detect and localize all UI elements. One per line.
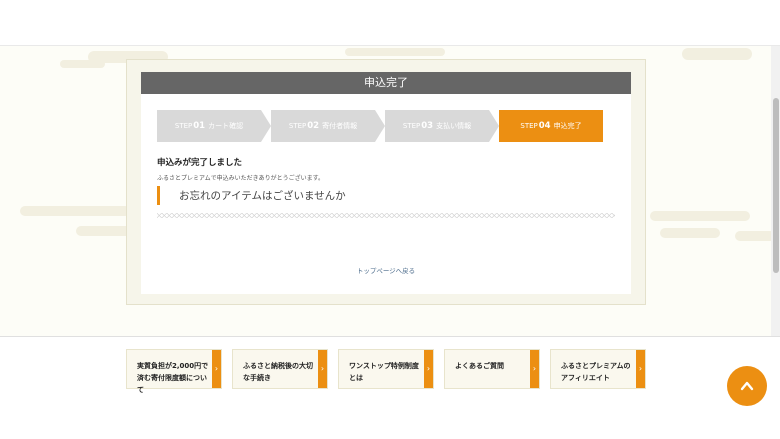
step-prefix: STEP (402, 122, 421, 130)
completion-heading: 申込みが完了しました (157, 158, 243, 168)
step-3: STEP03 支払い情報 (385, 110, 499, 142)
footer-link-procedures[interactable]: ふるさと納税後の大切な手続き › (232, 349, 328, 389)
cloud-decoration (660, 228, 720, 238)
step-4-current: STEP04 申込完了 (499, 110, 603, 142)
footer-link-faq[interactable]: よくあるご質問 › (444, 349, 540, 389)
back-to-top-page-link[interactable]: トップページへ戻る (141, 265, 631, 275)
cloud-decoration (60, 60, 105, 68)
footer-link-label: ふるさと納税後の大切な手続き (243, 362, 313, 382)
chevron-right-icon: › (212, 350, 221, 388)
chevron-up-icon (740, 381, 754, 391)
step-number: 01 (193, 121, 206, 131)
step-number: 02 (307, 121, 320, 131)
footer-link-donation-limit[interactable]: 実質負担が2,000円で済む寄付限度額について › (126, 349, 222, 394)
cloud-decoration (345, 48, 445, 56)
section-accent-bar (157, 186, 160, 205)
completion-message: ふるさとプレミアムで申込みいただきありがとうございます。 (157, 175, 324, 182)
step-label: 支払い情報 (436, 122, 472, 130)
top-area (0, 0, 780, 45)
step-prefix: STEP (174, 122, 193, 130)
scrollbar-thumb[interactable] (773, 98, 779, 273)
footer-link-label: ふるさとプレミアムのアフィリエイト (561, 362, 631, 382)
cloud-decoration (650, 211, 750, 221)
step-label: 寄付者情報 (322, 122, 358, 130)
cloud-decoration (682, 48, 752, 60)
progress-steps: STEP01 カート確認 STEP02 寄付者情報 STEP03 支払い情報 STEP… (157, 110, 607, 142)
step-number: 04 (538, 121, 551, 131)
step-2: STEP02 寄付者情報 (271, 110, 385, 142)
chevron-right-icon: › (636, 350, 645, 388)
footer-link-label: よくあるご質問 (455, 362, 504, 370)
cloud-decoration (20, 206, 130, 216)
cloud-decoration (735, 231, 775, 241)
content-panel: 申込完了 STEP01 カート確認 STEP02 寄付者情報 STEP03 支払い情報… (141, 72, 631, 294)
footer-link-one-stop[interactable]: ワンストップ特例制度とは › (338, 349, 434, 389)
content-frame: 申込完了 STEP01 カート確認 STEP02 寄付者情報 STEP03 支払い情報… (126, 59, 646, 305)
chevron-right-icon: › (530, 350, 539, 388)
footer-link-label: 実質負担が2,000円で済む寄付限度額について (137, 362, 209, 394)
page-title: 申込完了 (141, 72, 631, 94)
step-number: 03 (421, 121, 434, 131)
footer: 実質負担が2,000円で済む寄付限度額について › ふるさと納税後の大切な手続き… (0, 337, 780, 439)
chevron-right-icon: › (424, 350, 433, 388)
forgotten-items-heading: お忘れのアイテムはございませんか (179, 190, 346, 202)
vertical-scrollbar[interactable] (771, 46, 780, 336)
step-label: 申込完了 (553, 122, 582, 130)
footer-link-label: ワンストップ特例制度とは (349, 362, 419, 382)
zigzag-divider (157, 213, 615, 218)
back-to-top-button[interactable] (727, 366, 767, 406)
footer-link-affiliate[interactable]: ふるさとプレミアムのアフィリエイト › (550, 349, 646, 389)
chevron-right-icon: › (318, 350, 327, 388)
step-prefix: STEP (288, 122, 307, 130)
step-1: STEP01 カート確認 (157, 110, 271, 142)
step-label: カート確認 (208, 122, 244, 130)
step-prefix: STEP (520, 122, 538, 130)
